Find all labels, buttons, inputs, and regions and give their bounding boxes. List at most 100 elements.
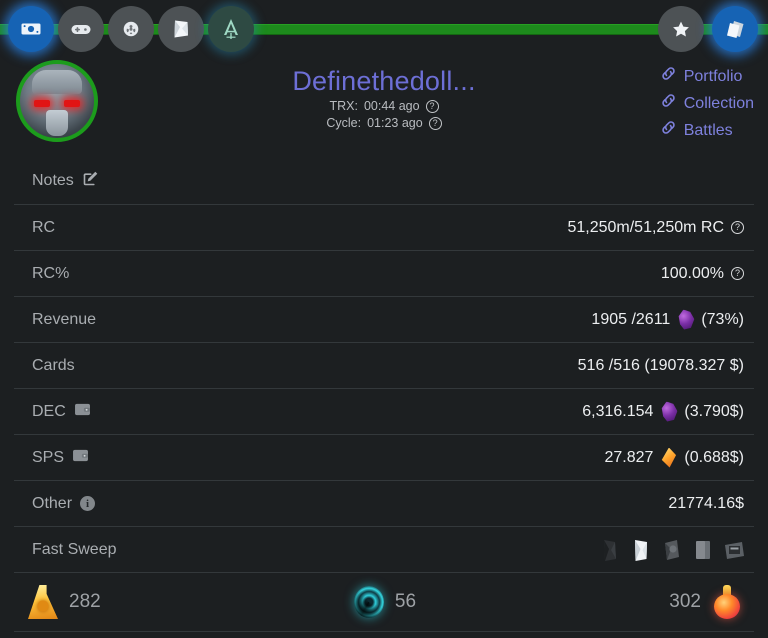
profile-header: Definethedoll... TRX: 00:44 ago ? Cycle:… <box>0 60 768 158</box>
top-navigation-bar <box>0 0 768 60</box>
nav-button-packs[interactable] <box>158 6 204 52</box>
info-icon[interactable]: i <box>80 496 96 511</box>
dec-crystal-icon <box>678 309 695 330</box>
row-rc-percent[interactable]: RC% 100.00% ? <box>14 250 754 296</box>
footer-stat-middle[interactable]: 56 <box>266 586 504 618</box>
row-other-value-group: 21774.16$ <box>668 495 754 513</box>
row-notes[interactable]: Notes <box>14 158 754 204</box>
rc-percent-help-icon[interactable]: ? <box>731 267 744 280</box>
link-icon <box>660 120 677 142</box>
sweep-chest-icon[interactable] <box>722 537 746 563</box>
row-rc-value-group: 51,250m/51,250m RC ? <box>567 219 754 237</box>
gold-potion-icon <box>28 585 58 619</box>
row-fast-sweep-label-group: Fast Sweep <box>14 541 116 559</box>
link-icon <box>660 66 677 88</box>
row-rc-percent-label: RC% <box>32 264 70 282</box>
row-other-value: 21774.16$ <box>668 494 744 512</box>
link-portfolio-label: Portfolio <box>683 68 743 85</box>
emblem-a-icon <box>217 15 245 43</box>
row-other-label: Other <box>32 494 73 512</box>
page-title[interactable]: Definethedoll... <box>292 64 475 98</box>
link-battles[interactable]: Battles <box>660 120 754 142</box>
avatar-eyes <box>34 100 80 107</box>
row-cards[interactable]: Cards 516 /516 (19078.327 $) <box>14 342 754 388</box>
row-dec-usd: (3.790$) <box>684 402 744 420</box>
resource-footer: 282 56 302 <box>14 572 754 632</box>
row-revenue-label-group: Revenue <box>14 311 96 329</box>
nav-button-money[interactable] <box>8 6 54 52</box>
nav-button-games[interactable] <box>58 6 104 52</box>
row-fast-sweep-label: Fast Sweep <box>32 540 117 558</box>
card-icon <box>168 16 194 42</box>
footer-stat-left[interactable]: 282 <box>14 585 266 619</box>
row-revenue-label: Revenue <box>32 310 97 328</box>
nav-button-favorites[interactable] <box>658 6 704 52</box>
row-rc-label: RC <box>32 218 56 236</box>
row-rc-label-group: RC <box>14 219 55 237</box>
cycle-label: Cycle: <box>326 116 362 130</box>
footer-stat-right[interactable]: 302 <box>504 585 754 619</box>
nav-button-guild[interactable] <box>108 6 154 52</box>
wallet-icon[interactable] <box>72 448 89 467</box>
nav-button-collection[interactable] <box>712 6 758 52</box>
row-revenue[interactable]: Revenue 1905 /2611 (73%) <box>14 296 754 342</box>
sps-shard-icon <box>661 447 677 468</box>
sweep-white-pack-icon[interactable] <box>629 537 653 563</box>
row-notes-label: Notes <box>32 172 74 189</box>
footer-middle-value: 56 <box>394 591 417 612</box>
row-sps-label: SPS <box>32 448 65 466</box>
link-icon <box>660 93 677 115</box>
link-collection[interactable]: Collection <box>660 93 754 115</box>
row-other[interactable]: Other i 21774.16$ <box>14 480 754 526</box>
shield-icon <box>119 17 143 41</box>
row-other-label-group: Other i <box>14 494 96 513</box>
row-notes-label-group: Notes <box>14 170 99 192</box>
avatar[interactable] <box>16 60 98 142</box>
row-dec-label: DEC <box>32 402 66 420</box>
footer-right-value: 302 <box>669 591 701 612</box>
row-rc[interactable]: RC 51,250m/51,250m RC ? <box>14 204 754 250</box>
avatar-visor <box>46 110 68 136</box>
footer-left-value: 282 <box>69 591 101 612</box>
row-revenue-value: 1905 /2611 <box>591 310 671 328</box>
cycle-status: Cycle: 01:23 ago ? <box>0 115 768 132</box>
sweep-dark-pack-icon[interactable] <box>598 537 622 563</box>
row-rc-value: 51,250m/51,250m RC <box>567 218 724 236</box>
sweep-grey-pack-icon[interactable] <box>660 537 684 563</box>
row-rc-percent-value-group: 100.00% ? <box>661 265 754 283</box>
row-dec[interactable]: DEC 6,316.154 (3.790$) <box>14 388 754 434</box>
wallet-icon[interactable] <box>74 402 91 421</box>
row-revenue-percent: (73%) <box>701 310 744 328</box>
row-cards-value: 516 /516 (19078.327 $) <box>577 356 744 374</box>
nav-button-arcane[interactable] <box>208 6 254 52</box>
trx-value: 00:44 ago <box>363 99 420 113</box>
row-rc-percent-value: 100.00% <box>660 264 724 282</box>
row-sps-value: 27.827 <box>604 448 654 466</box>
row-sps-label-group: SPS <box>14 448 89 467</box>
link-battles-label: Battles <box>683 122 733 139</box>
dec-crystal-icon <box>661 401 678 422</box>
row-sps-usd: (0.688$) <box>684 448 744 466</box>
red-potion-icon <box>712 585 742 619</box>
row-dec-label-group: DEC <box>14 402 91 421</box>
gamepad-icon <box>69 17 93 41</box>
row-fast-sweep[interactable]: Fast Sweep <box>14 526 754 572</box>
cards-stack-icon <box>723 17 748 42</box>
fast-sweep-icon-group <box>598 537 754 563</box>
row-dec-value: 6,316.154 <box>582 402 654 420</box>
row-cards-label: Cards <box>32 356 75 374</box>
trx-status: TRX: 00:44 ago ? <box>0 98 768 115</box>
sweep-cards-icon[interactable] <box>691 537 715 563</box>
link-portfolio[interactable]: Portfolio <box>660 66 754 88</box>
edit-pencil-icon[interactable] <box>82 170 99 192</box>
cycle-help-icon[interactable]: ? <box>428 117 442 130</box>
row-dec-value-group: 6,316.154 (3.790$) <box>582 401 754 422</box>
row-sps[interactable]: SPS 27.827 (0.688$) <box>14 434 754 480</box>
top-nav-right-group <box>658 6 758 52</box>
link-collection-label: Collection <box>683 95 754 112</box>
rc-help-icon[interactable]: ? <box>731 221 744 234</box>
row-cards-label-group: Cards <box>14 357 75 375</box>
stats-list: Notes RC 51,250m/51,250m RC ? RC% 100.00… <box>0 158 768 572</box>
trx-help-icon[interactable]: ? <box>425 100 439 113</box>
star-icon <box>669 17 693 41</box>
